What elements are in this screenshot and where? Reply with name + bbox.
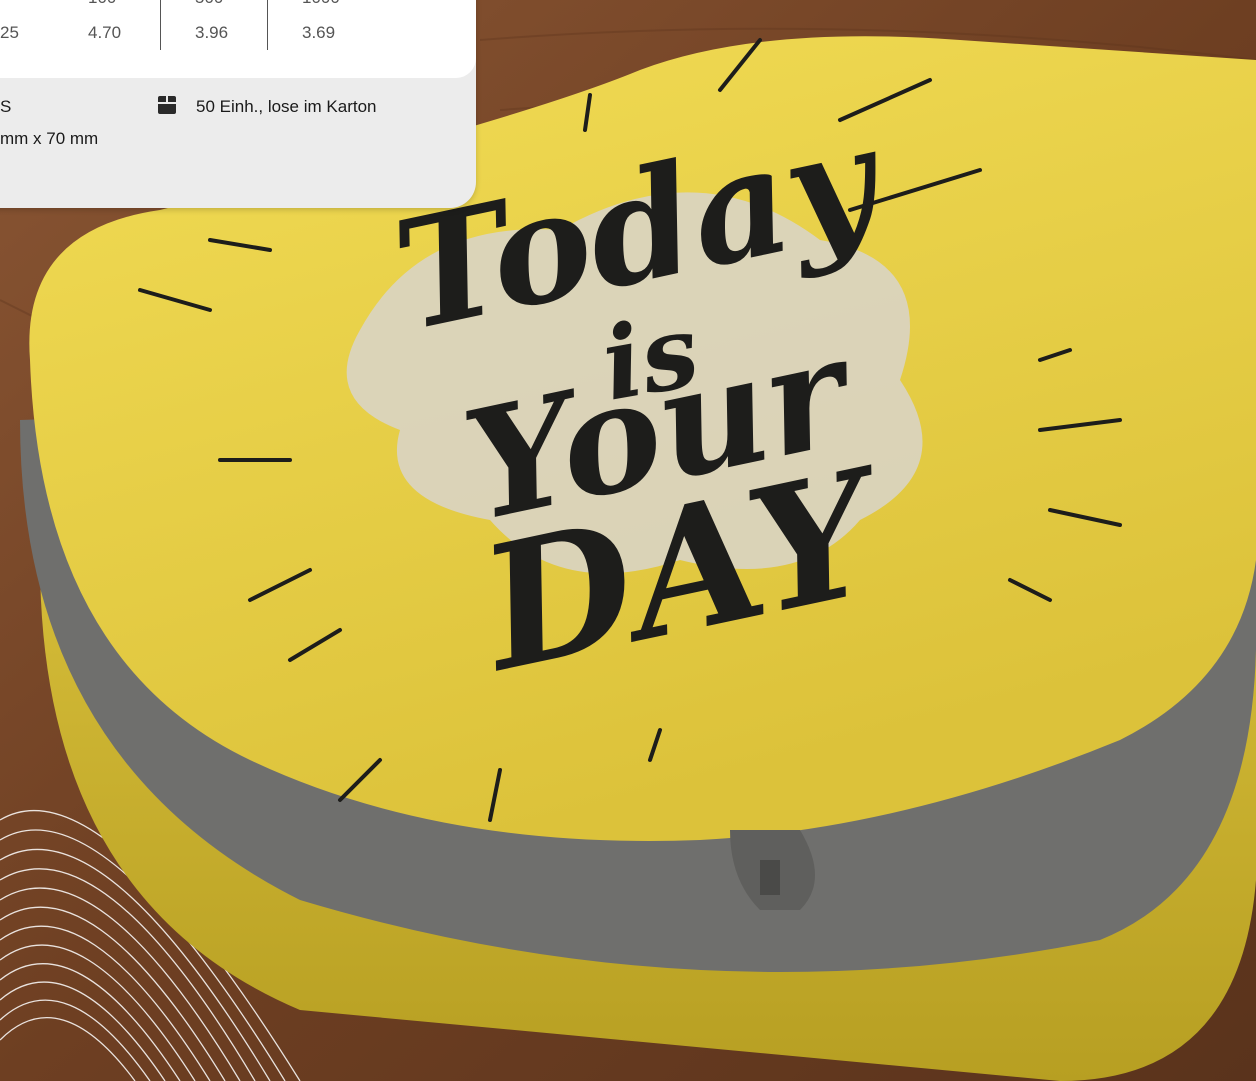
box-icon [158, 96, 176, 114]
price-divider [160, 0, 161, 50]
price-value: 4.70 [88, 23, 122, 42]
product-info-card: 25 100 4.70 500 3.96 1000 3.69 S mm x [0, 0, 476, 208]
material-text: S [0, 97, 12, 116]
price-divider [267, 0, 268, 50]
price-value: 25 [0, 23, 19, 42]
price-quantity: 100 [88, 0, 116, 8]
price-row: 25 100 4.70 500 3.96 1000 3.69 [0, 0, 476, 78]
packaging-text: 50 Einh., lose im Karton [196, 97, 377, 116]
dimensions-text: mm x 70 mm [0, 129, 99, 148]
price-quantity: 500 [195, 0, 223, 8]
price-value: 3.69 [302, 23, 336, 42]
price-quantity: 1000 [302, 0, 340, 8]
price-table: 25 100 4.70 500 3.96 1000 3.69 [0, 0, 476, 78]
product-stage: Today is Your DAY 25 100 4.70 500 [0, 0, 1256, 1081]
price-value: 3.96 [195, 23, 229, 42]
